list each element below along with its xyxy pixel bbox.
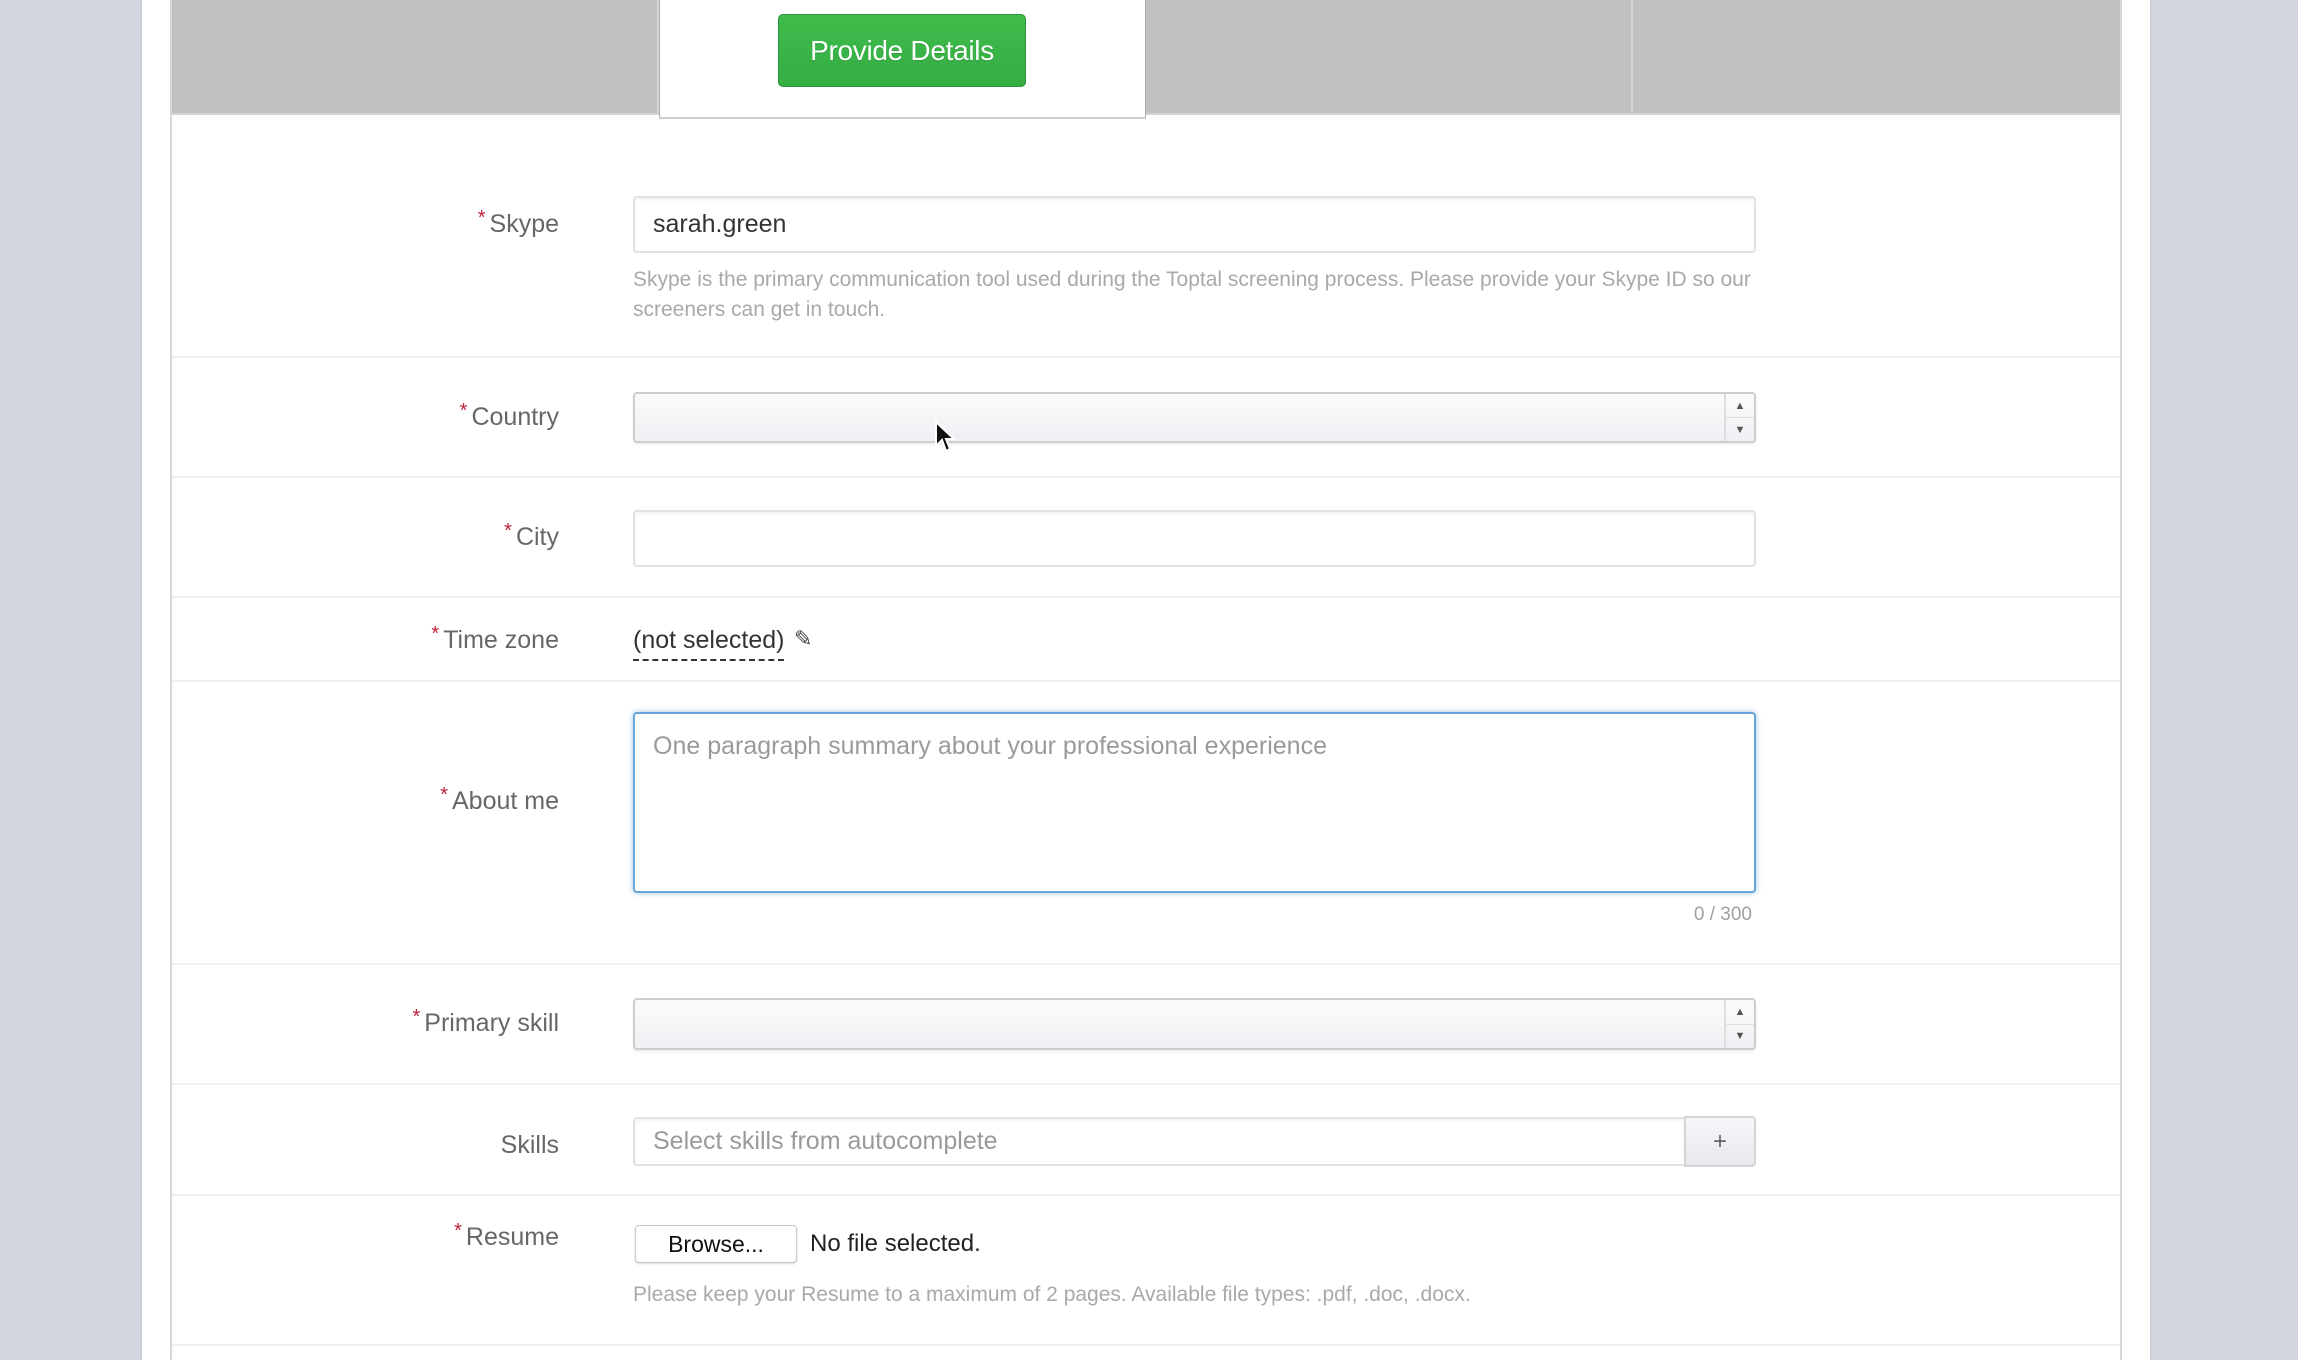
skills-row: Skills Select skills from autocomplete +	[172, 1085, 2120, 1196]
skills-input[interactable]: Select skills from autocomplete	[633, 1117, 1686, 1166]
tab-provide-details[interactable]: Provide Details	[659, 0, 1146, 117]
skills-label: Skills	[500, 1131, 559, 1159]
skype-input[interactable]: sarah.green	[633, 196, 1756, 253]
resume-row: * Resume Browse... No file selected. Plea…	[172, 1196, 2120, 1346]
required-marker: *	[459, 400, 468, 422]
file-status-text: No file selected.	[810, 1230, 981, 1257]
skype-help-text: Skype is the primary communication tool …	[633, 268, 1751, 321]
mouse-cursor-icon	[935, 420, 956, 453]
about-me-label: * About me	[440, 784, 559, 815]
about-me-row: * About me One paragraph summary about yo…	[172, 682, 2120, 965]
step-tabs: Provide Details	[172, 0, 2120, 117]
required-marker: *	[477, 207, 486, 229]
plus-icon: +	[1712, 1127, 1727, 1155]
time-zone-value[interactable]: (not selected)	[633, 626, 785, 661]
city-row: * City	[172, 478, 2120, 598]
provide-details-button[interactable]: Provide Details	[778, 14, 1026, 87]
pencil-icon[interactable]: ✎	[794, 626, 812, 652]
about-me-char-counter: 0 / 300	[1693, 904, 1752, 925]
city-input[interactable]	[633, 510, 1756, 567]
add-skill-button[interactable]: +	[1684, 1116, 1756, 1167]
tab-step-4[interactable]	[1633, 0, 2120, 113]
resume-label: * Resume	[454, 1220, 559, 1251]
resume-help-text: Please keep your Resume to a maximum of …	[633, 1283, 1471, 1306]
skype-row: * Skype sarah.green Skype is the primary …	[172, 115, 2120, 358]
primary-skill-label: * Primary skill	[412, 1006, 559, 1037]
chevron-down-icon: ▼	[1734, 423, 1746, 436]
primary-skill-row: * Primary skill ▲ ▼	[172, 965, 2120, 1085]
required-marker: *	[412, 1006, 421, 1028]
tab-step-1[interactable]	[172, 0, 659, 113]
form-container: Provide Details * Skype sarah.green Skype…	[170, 0, 2122, 1360]
chevron-down-icon: ▼	[1734, 1030, 1746, 1043]
required-marker: *	[454, 1220, 462, 1242]
city-label: * City	[504, 520, 559, 551]
required-marker: *	[504, 520, 512, 542]
required-marker: *	[440, 784, 448, 806]
skype-label: * Skype	[477, 207, 559, 238]
time-zone-row: * Time zone (not selected) ✎	[172, 598, 2120, 682]
time-zone-label: * Time zone	[431, 623, 559, 654]
browse-file-button[interactable]: Browse...	[635, 1225, 797, 1263]
country-select-arrows[interactable]: ▲ ▼	[1724, 394, 1754, 441]
about-me-textarea[interactable]: One paragraph summary about your profess…	[633, 712, 1756, 893]
tab-step-3[interactable]	[1146, 0, 1633, 113]
country-label: * Country	[459, 400, 559, 431]
chevron-up-icon: ▲	[1726, 394, 1754, 418]
country-select[interactable]: ▲ ▼	[633, 392, 1756, 443]
country-row: * Country ▲ ▼	[172, 358, 2120, 478]
chevron-up-icon: ▲	[1726, 1000, 1754, 1025]
required-marker: *	[431, 623, 440, 645]
primary-skill-select[interactable]: ▲ ▼	[633, 998, 1756, 1050]
about-me-placeholder: One paragraph summary about your profess…	[653, 732, 1327, 760]
primary-skill-select-arrows[interactable]: ▲ ▼	[1724, 1000, 1754, 1048]
